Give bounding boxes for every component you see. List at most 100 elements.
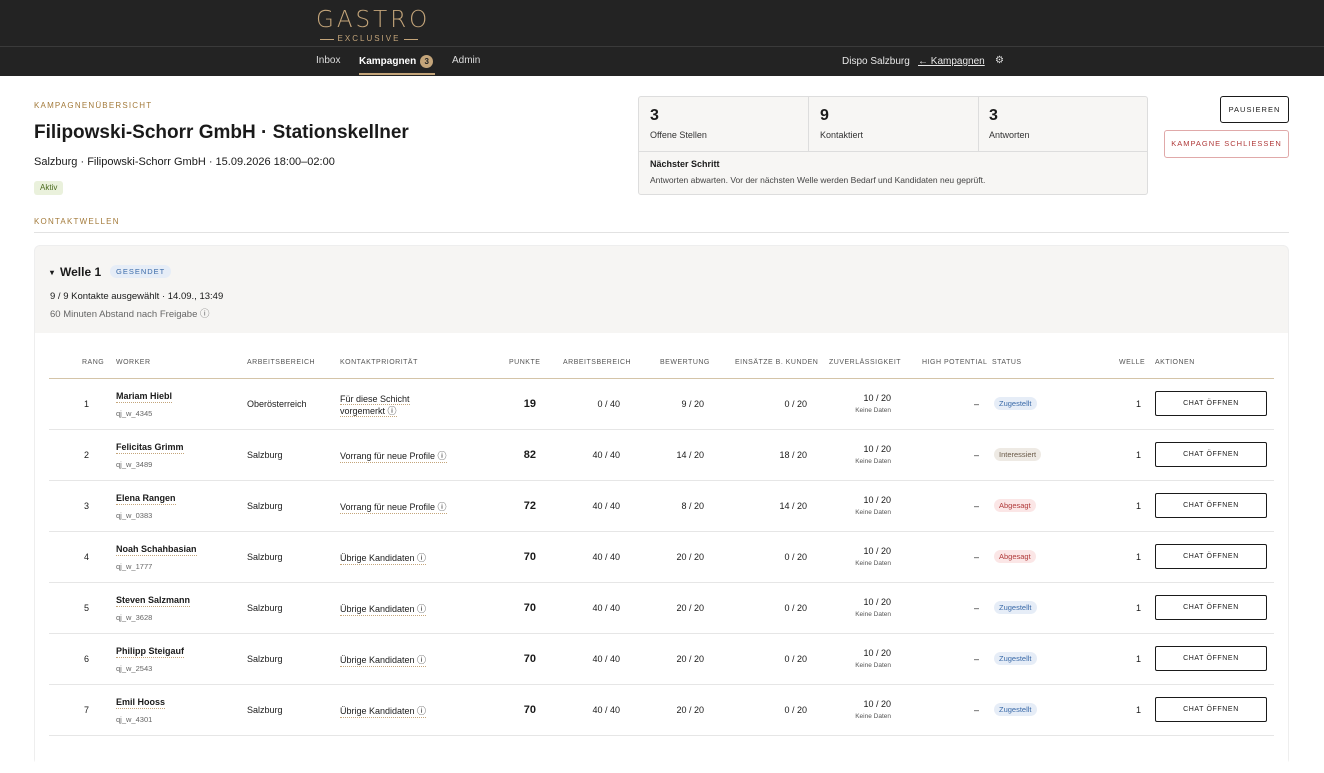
rank: 5 (83, 603, 89, 613)
open-chat-button[interactable]: CHAT ÖFFNEN (1155, 544, 1267, 569)
wave-card: ▾ Welle 1 GESENDET 9 / 9 Kontakte ausgewä… (34, 245, 1289, 773)
status-badge: Interessiert (994, 448, 1042, 461)
open-chat-button[interactable]: CHAT ÖFFNEN (1155, 493, 1267, 518)
area-score: 40 / 40 (592, 705, 620, 715)
candidates-table: RANG WORKER ARBEITSBEREICH KONTAKTPRIORI… (35, 333, 1288, 773)
nav-inbox[interactable]: Inbox (316, 55, 340, 66)
worker-name-link[interactable]: Emil Hooss (116, 697, 166, 709)
col-bewertung: BEWERTUNG (660, 359, 710, 366)
reliability-note: Keine Daten (855, 509, 891, 516)
col-punkte: PUNKTE (509, 359, 541, 366)
reliability-note: Keine Daten (855, 407, 891, 414)
contact-priority[interactable]: Vorrang für neue Profile ⓘ (340, 450, 447, 463)
rating-score: 20 / 20 (676, 552, 704, 562)
rating-score: 9 / 20 (681, 399, 704, 409)
status-badge: Zugestellt (994, 397, 1037, 410)
col-arbeitsbereich-score: ARBEITSBEREICH (563, 359, 632, 366)
work-area: Salzburg (247, 552, 283, 562)
gear-icon[interactable]: ⚙ (995, 55, 1004, 66)
high-potential: – (973, 501, 979, 511)
reliability-score: 10 / 20 (863, 444, 891, 454)
contact-priority[interactable]: Übrige Kandidaten ⓘ (340, 705, 427, 718)
reliability-note: Keine Daten (855, 560, 891, 567)
area-score: 40 / 40 (592, 603, 620, 613)
worker-name-link[interactable]: Mariam Hiebl (116, 391, 173, 403)
col-rang: RANG (82, 359, 105, 366)
wave-number: 1 (1135, 552, 1141, 562)
header-divider (0, 46, 1324, 47)
back-to-kampagnen-link[interactable]: ← Kampagnen (918, 56, 985, 67)
stat-open-positions: 3 Offene Stellen (639, 97, 809, 152)
wave-number: 1 (1135, 603, 1141, 613)
worker-id: qj_w_0383 (116, 511, 153, 520)
col-kontaktprioritaet: KONTAKTPRIORITÄT (340, 359, 418, 366)
wave-number: 1 (1135, 654, 1141, 664)
high-potential: – (973, 654, 979, 664)
kampagnen-count-badge: 3 (420, 55, 434, 68)
top-bar: GASTRO EXCLUSIVE Inbox Kampagnen 3 Admin … (0, 0, 1324, 76)
worker-name-link[interactable]: Philipp Steigauf (116, 646, 185, 658)
next-step-title: Nächster Schritt (650, 159, 720, 169)
points: 72 (523, 500, 536, 512)
open-chat-button[interactable]: CHAT ÖFFNEN (1155, 391, 1267, 416)
reliability-note: Keine Daten (855, 713, 891, 720)
contact-priority[interactable]: Übrige Kandidaten ⓘ (340, 552, 427, 565)
brand-name: GASTRO (316, 7, 431, 33)
table-row: 1 Mariam Hiebl qj_w_4345 Oberösterreich … (49, 379, 1274, 430)
wave-number: 1 (1135, 450, 1141, 460)
close-campaign-button[interactable]: KAMPAGNE SCHLIESSEN (1164, 130, 1289, 158)
points: 70 (523, 602, 536, 614)
table-row: 4 Noah Schahbasian qj_w_1777 Salzburg Üb… (49, 532, 1274, 583)
open-chat-button[interactable]: CHAT ÖFFNEN (1155, 595, 1267, 620)
reliability-score: 10 / 20 (863, 699, 891, 709)
high-potential: – (973, 450, 979, 460)
work-area: Salzburg (247, 705, 283, 715)
rank: 7 (83, 705, 89, 715)
nav-kampagnen[interactable]: Kampagnen 3 (359, 55, 434, 68)
rating-score: 20 / 20 (676, 705, 704, 715)
area-score: 40 / 40 (592, 654, 620, 664)
rank: 1 (83, 399, 89, 409)
worker-name-link[interactable]: Steven Salzmann (116, 595, 191, 607)
nav-admin[interactable]: Admin (452, 55, 480, 66)
client-assignments-score: 0 / 20 (784, 552, 807, 562)
contact-priority[interactable]: Übrige Kandidaten ⓘ (340, 654, 427, 667)
work-area: Salzburg (247, 654, 283, 664)
points: 82 (523, 449, 536, 461)
stats-panel: 3 Offene Stellen 9 Kontaktiert 3 Antwort… (638, 96, 1148, 195)
table-row: 6 Philipp Steigauf qj_w_2543 Salzburg Üb… (49, 634, 1274, 685)
reliability-note: Keine Daten (855, 611, 891, 618)
wave-meta-interval[interactable]: 60 Minuten Abstand nach Freigabe ⓘ (50, 306, 210, 320)
reliability-score: 10 / 20 (863, 546, 891, 556)
col-high-potential: HIGH POTENTIAL (922, 359, 988, 366)
caret-down-icon: ▾ (50, 268, 55, 278)
col-welle: WELLE (1119, 359, 1146, 366)
wave-number: 1 (1135, 399, 1141, 409)
worker-name-link[interactable]: Elena Rangen (116, 493, 176, 505)
worker-id: qj_w_4301 (116, 715, 153, 724)
reliability-score: 10 / 20 (863, 393, 891, 403)
open-chat-button[interactable]: CHAT ÖFFNEN (1155, 697, 1267, 722)
wave-toggle[interactable]: ▾ Welle 1 (50, 265, 101, 279)
rank: 4 (83, 552, 89, 562)
work-area: Salzburg (247, 450, 283, 460)
wave-meta-selection: 9 / 9 Kontakte ausgewählt · 14.09., 13:4… (50, 291, 224, 302)
brand-logo[interactable]: GASTRO EXCLUSIVE (316, 6, 431, 44)
open-chat-button[interactable]: CHAT ÖFFNEN (1155, 442, 1267, 467)
reliability-score: 10 / 20 (863, 495, 891, 505)
pause-button[interactable]: PAUSIEREN (1220, 96, 1289, 123)
rank: 3 (83, 501, 89, 511)
contact-priority[interactable]: Vorrang für neue Profile ⓘ (340, 501, 447, 514)
next-step-text: Antworten abwarten. Vor der nächsten Wel… (650, 175, 986, 185)
dispo-location: Dispo Salzburg (842, 56, 910, 67)
stat-answers: 3 Antworten (989, 107, 1030, 140)
contact-priority[interactable]: Für diese Schicht vorgemerkt ⓘ (340, 393, 440, 417)
worker-name-link[interactable]: Noah Schahbasian (116, 544, 197, 556)
rank: 6 (83, 654, 89, 664)
contact-priority[interactable]: Übrige Kandidaten ⓘ (340, 603, 427, 616)
area-score: 40 / 40 (592, 501, 620, 511)
high-potential: – (973, 552, 979, 562)
page-title: Filipowski-Schorr GmbH · Stationskellner (34, 122, 409, 143)
open-chat-button[interactable]: CHAT ÖFFNEN (1155, 646, 1267, 671)
worker-name-link[interactable]: Felicitas Grimm (116, 442, 184, 454)
